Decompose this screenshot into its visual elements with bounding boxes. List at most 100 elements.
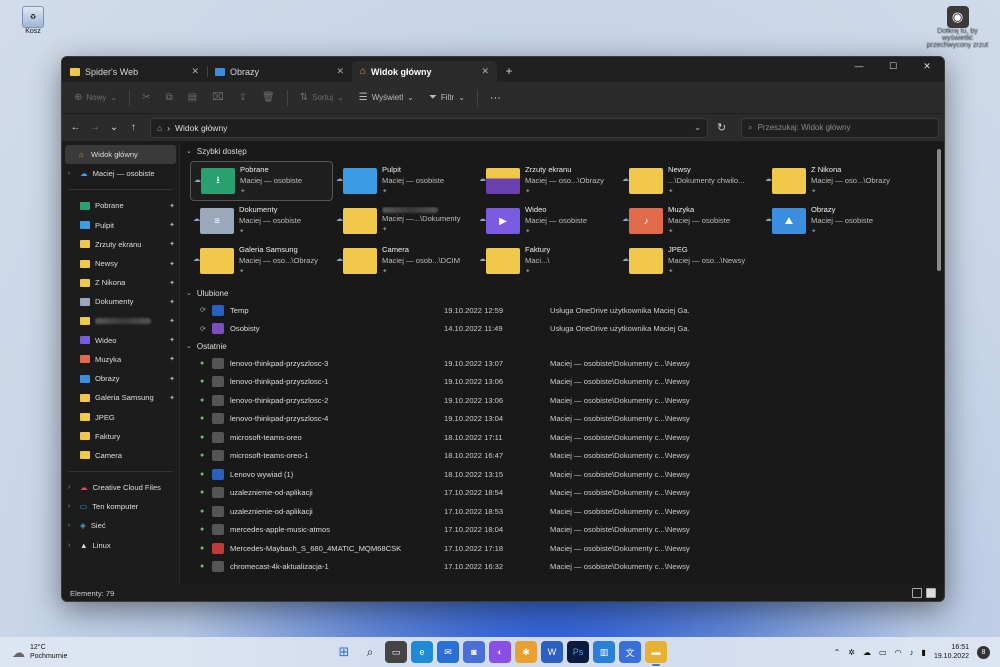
sidebar-item-drive[interactable]: › ☁ Creative Cloud Files	[62, 478, 179, 497]
quick-access-item[interactable]: ☁ ⛰ Obrazy Maciej — osobiste ✦	[762, 201, 905, 241]
rename-button[interactable]: ⌧	[206, 87, 230, 109]
weather-widget[interactable]: ☁ 12°C Pochmurnie	[0, 643, 67, 661]
recycle-bin[interactable]: ♻ Kosz	[18, 6, 48, 35]
quick-access-item[interactable]: ☁ ♪ Muzyka Maciej — osobiste ✦	[619, 201, 762, 241]
sidebar-item-drive[interactable]: › ◈ Sieć	[62, 516, 179, 535]
close-window-button[interactable]: ✕	[910, 57, 944, 75]
view-button[interactable]: ☰ Wyświetl ⌄	[353, 87, 420, 109]
maximize-button[interactable]: ☐	[876, 57, 910, 75]
photoshop-app-icon[interactable]: Ps	[567, 641, 589, 663]
breadcrumb[interactable]: Widok główny	[175, 123, 227, 133]
task-view-button[interactable]: ▭	[385, 641, 407, 663]
mail-app-icon[interactable]: ✉	[437, 641, 459, 663]
file-row[interactable]: ● chromecast-4k-aktualizacja-1 17.10.2022 …	[184, 558, 944, 577]
sidebar-item-pinned[interactable]: Pobrane ✦	[62, 196, 179, 215]
start-button[interactable]: ⊞	[333, 641, 355, 663]
quick-access-item[interactable]: ☁ Pulpit Maciej — osobiste ✦	[333, 161, 476, 201]
notification-badge[interactable]: 8	[977, 645, 990, 659]
trello-app-icon[interactable]: ▥	[593, 641, 615, 663]
new-button[interactable]: ⊕ Nowy ⌄	[68, 87, 123, 109]
quick-access-item[interactable]: ☁ ▶ Wideo Maciej — osobiste ✦	[476, 201, 619, 241]
address-bar[interactable]: ⌂ › Widok główny ⌄	[150, 117, 709, 138]
sidebar-item-pinned[interactable]: ✦	[62, 312, 179, 331]
scrollbar[interactable]	[937, 149, 941, 271]
file-row[interactable]: ● microsoft-teams-oreo-1 18.10.2022 16:47 M…	[184, 447, 944, 466]
tab-spiders-web[interactable]: Spider's Web ✕	[62, 61, 207, 82]
search-input[interactable]: ⌕ Przeszukaj: Widok główny	[741, 117, 940, 138]
section-header-quick-access[interactable]: ⌄ Szybki dostęp	[184, 143, 944, 159]
quick-access-item[interactable]: ☁ Z Nikona Maciej — oso...\Obrazy ✦	[762, 161, 905, 201]
close-icon[interactable]: ✕	[481, 66, 489, 77]
chevron-up-icon[interactable]: ⌃	[834, 648, 841, 657]
copy-button[interactable]: ⧉	[160, 87, 179, 109]
wifi-icon[interactable]: ◠	[895, 648, 902, 657]
outlook-app-icon[interactable]: ◙	[463, 641, 485, 663]
sidebar-item-pinned[interactable]: Muzyka ✦	[62, 350, 179, 369]
translator-app-icon[interactable]: 文	[619, 641, 641, 663]
cut-button[interactable]: ✂	[136, 87, 156, 109]
sidebar-item-pinned[interactable]: Camera	[62, 446, 179, 465]
section-header-recent[interactable]: ⌄ Ostatnie	[184, 338, 944, 354]
file-row[interactable]: ● lenovo-thinkpad-przyszlosc-4 19.10.2022 …	[184, 410, 944, 429]
slack-app-icon[interactable]: ✱	[515, 641, 537, 663]
sidebar-item-drive[interactable]: › ▲ Linux	[62, 536, 179, 555]
back-button[interactable]: ←	[67, 122, 84, 133]
quick-access-item[interactable]: ☁ JPEG Maciej — oso...\Newsy ✦	[619, 241, 762, 281]
new-tab-button[interactable]: +	[497, 61, 521, 82]
recent-locations-button[interactable]: ⌄	[106, 122, 123, 133]
file-explorer-app-icon[interactable]: ▬	[645, 641, 667, 666]
chevron-down-icon[interactable]: ⌄	[694, 122, 701, 133]
speaker-icon[interactable]: ♪	[910, 648, 914, 657]
network-icon[interactable]: ✲	[848, 648, 855, 657]
mirror-icon[interactable]: ▭	[879, 648, 887, 657]
sidebar-item-pinned[interactable]: Z Nikona ✦	[62, 273, 179, 292]
quick-access-item[interactable]: ☁ Zrzuty ekranu Maciej — oso...\Obrazy ✦	[476, 161, 619, 201]
file-row[interactable]: ● lenovo-thinkpad-przyszlosc-2 19.10.2022 …	[184, 391, 944, 410]
share-button[interactable]: ⇪	[233, 87, 253, 109]
delete-button[interactable]: 🗑	[256, 87, 281, 109]
file-row[interactable]: ● Mercedes-Maybach_S_680_4MATIC_MQM68CSK 1…	[184, 539, 944, 558]
section-header-favorites[interactable]: ⌄ Ulubione	[184, 285, 944, 301]
file-row[interactable]: ● mercedes-apple-music-atmos 17.10.2022 18…	[184, 521, 944, 540]
sidebar-item-pinned[interactable]: Galeria Samsung ✦	[62, 388, 179, 407]
sidebar-item-pinned[interactable]: Wideo ✦	[62, 331, 179, 350]
word-app-icon[interactable]: W	[541, 641, 563, 663]
file-row[interactable]: ● Lenovo wywiad (1) 18.10.2022 13:15 Maciej…	[184, 465, 944, 484]
forward-button[interactable]: →	[86, 122, 103, 133]
sidebar-item-pinned[interactable]: Pulpit ✦	[62, 216, 179, 235]
quick-access-item[interactable]: ☁ ⭳ Pobrane Maciej — osobiste ✦	[190, 161, 333, 201]
file-row[interactable]: ● uzaleznienie-od-aplikacji 17.10.2022 18:…	[184, 502, 944, 521]
tiles-view-button[interactable]	[926, 588, 936, 598]
sidebar-item-pinned[interactable]: Faktury	[62, 427, 179, 446]
quick-access-item[interactable]: ☁ Newsy ...\Dokumenty chwilo... ✦	[619, 161, 762, 201]
onedrive-icon[interactable]: ☁	[863, 648, 871, 657]
details-view-button[interactable]	[912, 588, 922, 598]
close-icon[interactable]: ✕	[191, 66, 199, 77]
more-button[interactable]: ···	[484, 87, 507, 109]
quick-access-item[interactable]: ☁ Camera Maciej — osob...\DCIM ✦	[333, 241, 476, 281]
search-button[interactable]: ⌕	[359, 641, 381, 663]
file-row[interactable]: ● uzaleznienie-od-aplikacji 17.10.2022 18:…	[184, 484, 944, 503]
messenger-app-icon[interactable]: ◐	[489, 641, 511, 663]
sidebar-item-pinned[interactable]: Newsy ✦	[62, 254, 179, 273]
minimize-button[interactable]: —	[842, 57, 876, 75]
tab-widok-glowny[interactable]: ⌂ Widok główny ✕	[352, 61, 497, 82]
refresh-button[interactable]: ↻	[710, 121, 733, 134]
filter-button[interactable]: ⏷ Filtr ⌄	[423, 87, 471, 109]
sidebar-item-onedrive[interactable]: › ☁ Maciej — osobiste	[62, 164, 179, 183]
sidebar-item-drive[interactable]: › ▭ Ten komputer	[62, 497, 179, 516]
up-button[interactable]: ↑	[125, 122, 142, 133]
quick-access-item[interactable]: ☁ ≡ Dokumenty Maciej — osobiste ✦	[190, 201, 333, 241]
close-icon[interactable]: ✕	[336, 66, 344, 77]
battery-icon[interactable]: ▮	[922, 648, 926, 657]
clock[interactable]: 16:51 19.10.2022	[934, 643, 969, 661]
sidebar-item-home[interactable]: ⌂ Widok główny	[65, 145, 176, 165]
quick-access-item[interactable]: ☁ Faktury Maci...\ ✦	[476, 241, 619, 281]
file-row[interactable]: ● lenovo-thinkpad-przyszlosc-3 19.10.2022 …	[184, 354, 944, 373]
edge-app-icon[interactable]: e	[411, 641, 433, 663]
file-row[interactable]: ⟳ Temp 19.10.2022 12:59 Usługa OneDrive uży…	[184, 301, 944, 320]
tab-obrazy[interactable]: Obrazy ✕	[207, 61, 352, 82]
paste-button[interactable]: ▤	[182, 87, 203, 109]
file-row[interactable]: ● microsoft-teams-oreo 18.10.2022 17:11 Mac…	[184, 428, 944, 447]
file-row[interactable]: ⟳ Osobisty 14.10.2022 11:49 Usługa OneDrive…	[184, 320, 944, 339]
